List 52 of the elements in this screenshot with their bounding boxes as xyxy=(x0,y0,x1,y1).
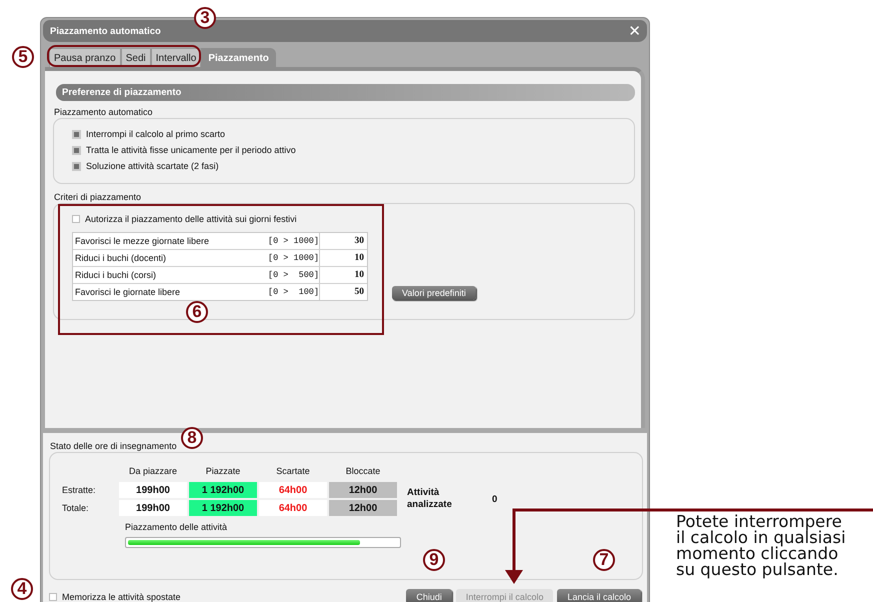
row-label: Estratte: xyxy=(62,484,97,497)
checkbox-label: Memorizza le attività spostate xyxy=(62,592,181,602)
row-label: Totale: xyxy=(62,502,90,515)
table-cell: 12h00 xyxy=(329,482,397,498)
value-field[interactable]: 50 xyxy=(319,284,367,300)
close-button[interactable]: ✕ xyxy=(628,24,641,38)
table-cell-text: [0 > 1000] xyxy=(266,236,319,246)
column-header: Scartate xyxy=(275,466,311,478)
table-cell: 1 192h00 xyxy=(189,500,257,516)
value-field[interactable]: 10 xyxy=(319,267,367,283)
table-cell: 64h00 xyxy=(259,482,327,498)
checkbox[interactable] xyxy=(49,593,57,601)
table-cell-text: Riduci i buchi (docenti) xyxy=(74,253,168,263)
column-header: Bloccate xyxy=(344,466,382,478)
table-cell-text: [0 > 1000] xyxy=(266,253,319,263)
checkbox[interactable] xyxy=(72,130,81,138)
table-cell-text: [0 > 100] xyxy=(266,287,319,297)
checkbox-label: Autorizza il piazzamento delle attività sui giorni festivi xyxy=(85,214,297,224)
table-cell: 64h00 xyxy=(259,500,327,516)
value-field[interactable]: 30 xyxy=(319,233,367,249)
table-cell-text: Favorisci le giornate libere xyxy=(74,287,182,297)
table-cell: 1 192h00 xyxy=(189,482,257,498)
column-header: Piazzate xyxy=(204,466,242,478)
defaults-button[interactable]: Valori predefiniti xyxy=(392,286,476,300)
group-label: Stato delle ore di insegnamento xyxy=(50,441,177,451)
analyzed-count: 0 xyxy=(492,494,498,504)
step-number: 5 xyxy=(12,46,34,68)
step-number: 4 xyxy=(11,578,33,600)
table-cell: 12h00 xyxy=(329,500,397,516)
checkbox-label: Tratta le attività fisse unicamente per il periodo attivo xyxy=(86,145,296,155)
column-header: Da piazzare xyxy=(128,466,178,478)
action-button[interactable]: Chiudi xyxy=(406,589,452,602)
table-cell-text: [0 > 500] xyxy=(266,270,319,280)
analyzed-label: Attività analizzate xyxy=(407,487,453,511)
callout-text: Potete interrompere il calcolo in qualsiasi momento cliccando su questo pulsante. xyxy=(676,514,847,578)
checkbox[interactable] xyxy=(72,215,80,223)
value-field[interactable]: 10 xyxy=(319,250,367,266)
checkbox[interactable] xyxy=(72,162,81,170)
step-number: 3 xyxy=(194,7,216,29)
section-header: Preferenze di piazzamento xyxy=(56,84,635,101)
group-label: Criteri di piazzamento xyxy=(54,192,142,202)
checkbox[interactable] xyxy=(72,146,81,154)
checkbox-label: Soluzione attività scartate (2 fasi) xyxy=(86,161,219,171)
table-cell-text: Favorisci le mezze giornate libere xyxy=(74,236,210,246)
checkbox-label: Interrompi il calcolo al primo scarto xyxy=(86,129,226,139)
table-cell: 199h00 xyxy=(119,500,187,516)
group-label: Piazzamento automatico xyxy=(54,107,153,117)
window-title: Piazzamento automatico xyxy=(50,26,161,36)
action-button[interactable]: Lancia il calcolo xyxy=(557,589,641,602)
progress-label: Piazzamento delle attività xyxy=(125,522,228,532)
table-cell: 199h00 xyxy=(119,482,187,498)
table-cell-text: Riduci i buchi (corsi) xyxy=(74,270,158,280)
